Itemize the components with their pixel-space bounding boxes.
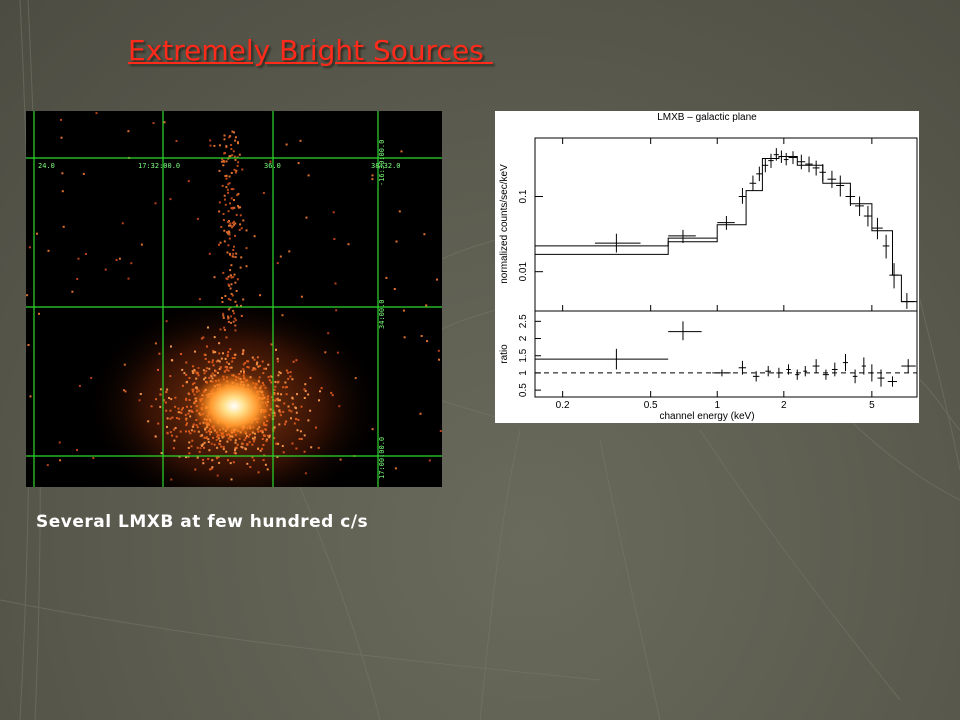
x-tick-label: 0.2 <box>556 400 570 411</box>
slide-title: Extremely Bright Sources <box>128 34 493 67</box>
x-tick-label: 0.5 <box>644 400 658 411</box>
grid-label-right: 34:00.0 <box>378 299 386 329</box>
y-tick-label: 0.5 <box>518 383 529 397</box>
y-tick-label: 2 <box>518 335 529 341</box>
y-tick-label: 0.1 <box>518 189 529 203</box>
x-tick-label: 5 <box>869 400 875 411</box>
spectrum-chart: LMXB – galactic plane 0.01 0.1 0.5 1 1.5 2 2.… <box>495 111 919 423</box>
x-axis-label: channel energy (keV) <box>659 411 754 422</box>
y-tick-label: 0.01 <box>518 262 529 282</box>
grid-label-right: 17:00:00.0 <box>378 437 386 479</box>
y-axis-label-upper: normalized counts/sec/keV <box>499 164 510 284</box>
xray-sky-image: 24.0 17:32:00.0 36.0 38:32.0 -16:30:00.0… <box>26 111 442 487</box>
y-tick-label: 1.5 <box>518 348 529 362</box>
grid-label-right: -16:30:00.0 <box>378 140 386 186</box>
grid-label-top: 24.0 <box>38 162 55 170</box>
y-tick-label: 2.5 <box>518 314 529 328</box>
chart-title: LMXB – galactic plane <box>657 112 757 123</box>
bright-source <box>192 372 276 440</box>
y-axis-label-lower: ratio <box>499 344 510 364</box>
x-tick-label: 2 <box>781 400 787 411</box>
grid-label-top: 17:32:00.0 <box>138 162 180 170</box>
slide-caption: Several LMXB at few hundred c/s <box>36 512 369 532</box>
y-tick-label: 1 <box>518 370 529 376</box>
grid-label-top: 36.0 <box>264 162 281 170</box>
x-tick-label: 1 <box>714 400 720 411</box>
